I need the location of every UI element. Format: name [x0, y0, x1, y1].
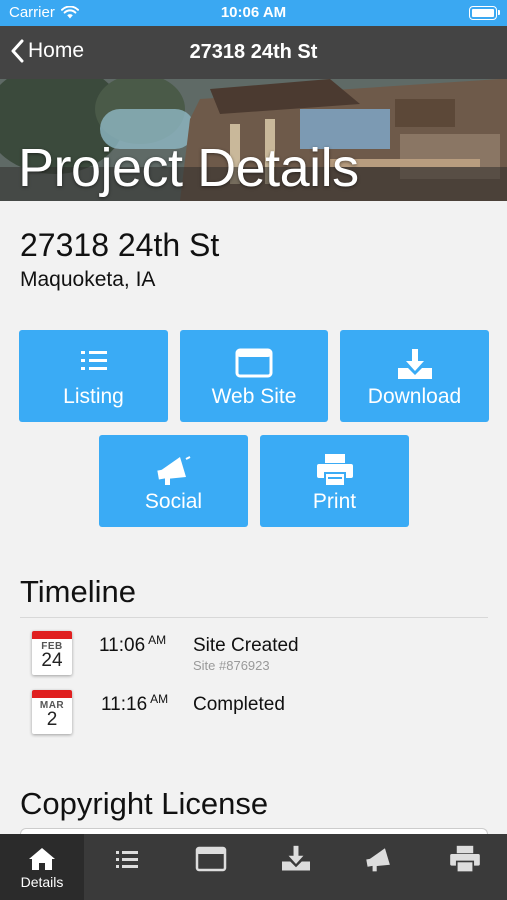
website-label: Web Site [211, 385, 297, 408]
tab-listing[interactable] [85, 834, 169, 900]
project-address: 27318 24th St [20, 227, 220, 263]
timeline-event-detail: Site #876923 [193, 658, 270, 673]
timeline-title: Timeline [20, 574, 136, 609]
status-bar: Carrier 10:06 AM [0, 0, 507, 26]
copyright-title: Copyright License [20, 786, 269, 821]
tab-download[interactable] [254, 834, 338, 900]
home-icon [29, 848, 55, 870]
print-label: Print [312, 490, 357, 513]
download-icon [282, 845, 310, 871]
hero-title: Project Details [18, 138, 359, 198]
calendar-day: 2 [46, 709, 58, 730]
download-button[interactable]: Download [340, 330, 489, 422]
download-label: Download [367, 385, 462, 408]
calendar-icon: FEB 24 [32, 631, 72, 675]
timeline-time-value: 11:16 [101, 694, 148, 715]
download-icon [397, 349, 432, 379]
social-label: Social [144, 490, 203, 513]
timeline-ampm: AM [150, 692, 169, 706]
timeline-divider [20, 617, 488, 618]
status-time: 10:06 AM [220, 4, 287, 21]
print-button[interactable]: Print [260, 435, 409, 527]
tab-social[interactable] [338, 834, 422, 900]
website-button[interactable]: Web Site [180, 330, 328, 422]
hero-banner: Project Details [0, 79, 507, 201]
listing-label: Listing [63, 385, 124, 408]
browser-window-icon [235, 348, 273, 378]
list-icon [116, 851, 138, 868]
timeline-time: 11:16 AM [101, 692, 169, 716]
list-icon [80, 351, 107, 370]
timeline-ampm: AM [148, 633, 167, 647]
social-button[interactable]: Social [99, 435, 248, 527]
nav-title: 27318 24th St [189, 41, 318, 63]
timeline-time: 11:06 AM [99, 633, 167, 657]
printer-icon [316, 454, 353, 487]
navigation-bar: Home 27318 24th St [0, 26, 507, 79]
timeline-event: Site Created [193, 635, 299, 656]
calendar-icon: MAR 2 [32, 690, 72, 734]
printer-icon [450, 845, 480, 873]
tab-website[interactable] [169, 834, 253, 900]
timeline-event: Completed [193, 694, 285, 715]
project-city: Maquoketa, IA [20, 268, 156, 291]
tab-details-label: Details [20, 874, 64, 890]
listing-button[interactable]: Listing [19, 330, 168, 422]
browser-window-icon [195, 846, 227, 872]
megaphone-icon [156, 456, 190, 485]
calendar-day: 24 [41, 650, 63, 671]
timeline-time-value: 11:06 [99, 635, 146, 656]
tab-details[interactable]: Details [0, 834, 84, 900]
battery-icon [469, 6, 500, 20]
tab-bar: Details [0, 834, 507, 900]
tab-print[interactable] [423, 834, 507, 900]
megaphone-icon [366, 848, 390, 872]
